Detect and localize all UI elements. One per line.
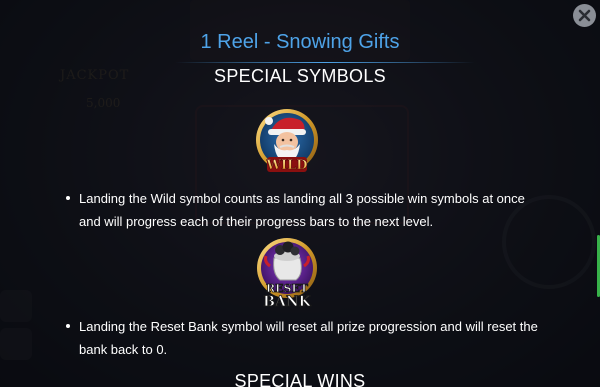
special-symbols-heading: SPECIAL SYMBOLS [214, 66, 386, 86]
reset-bank-icon: RESET BANK [257, 238, 317, 310]
reset-bank-description: Landing the Reset Bank symbol will reset… [62, 315, 549, 361]
close-button[interactable] [573, 4, 596, 27]
wild-santa-icon: WILD [256, 109, 318, 173]
game-stage: JACKPOT 5,000 1 Reel - Snowing Gifts SPE… [0, 0, 600, 387]
wild-description: Landing the Wild symbol counts as landin… [62, 187, 549, 233]
special-wins-heading: SPECIAL WINS [234, 371, 366, 387]
close-icon [578, 9, 591, 22]
bank-label: BANK [263, 294, 311, 310]
title-divider [175, 62, 475, 63]
dialog-title: 1 Reel - Snowing Gifts [200, 31, 400, 53]
wild-label: WILD [265, 158, 307, 173]
